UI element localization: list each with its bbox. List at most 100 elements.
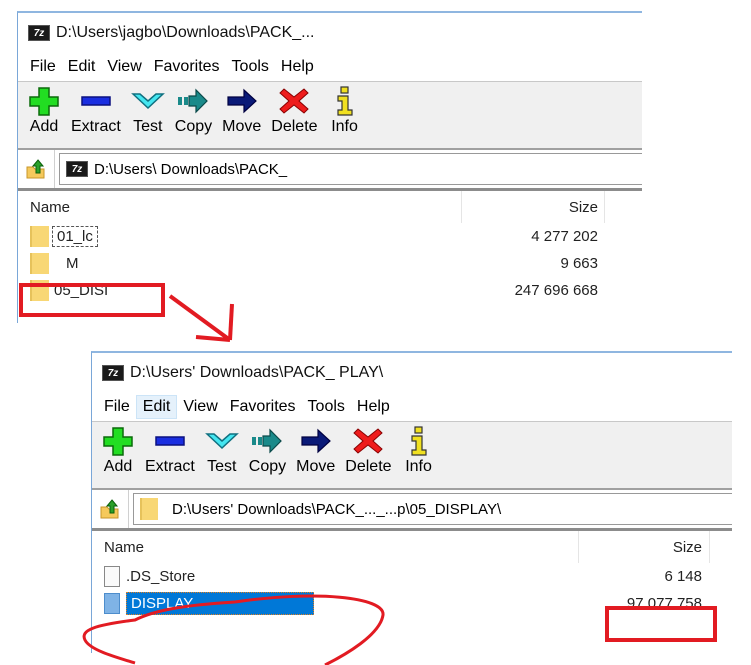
column-name-header[interactable]: Name: [92, 539, 144, 556]
list-item[interactable]: 01_lc 4 277 202: [18, 223, 642, 250]
delete-label: Delete: [345, 458, 392, 475]
item-size: 6 148: [664, 568, 702, 585]
highlight-box-05-display-folder: [19, 283, 165, 317]
copy-icon: [252, 428, 283, 454]
menu-favorites[interactable]: Favorites: [224, 396, 302, 418]
menu-favorites[interactable]: Favorites: [148, 56, 226, 78]
info-label: Info: [331, 118, 358, 135]
copy-label: Copy: [248, 458, 287, 475]
address-bar: 7z D:\Users\ Downloads\PACK_: [18, 150, 642, 191]
up-folder-button[interactable]: [92, 490, 129, 528]
test-label: Test: [207, 458, 237, 475]
info-icon: [336, 86, 353, 116]
extract-button[interactable]: Extract: [142, 422, 198, 476]
move-label: Move: [296, 458, 336, 475]
column-size-header[interactable]: Size: [673, 539, 702, 556]
7zip-app-icon: 7z: [28, 25, 50, 41]
item-size: 247 696 668: [514, 282, 598, 299]
column-separator[interactable]: [578, 531, 579, 563]
title-bar: 7z D:\Users' Downloads\PACK_ PLAY\: [92, 353, 732, 393]
menu-file[interactable]: File: [24, 56, 62, 78]
address-field[interactable]: D:\Users' Downloads\PACK_..._...p\05_DIS…: [133, 493, 732, 525]
window-title: D:\Users\jagbo\Downloads\PACK_...: [56, 24, 315, 41]
info-icon: [410, 426, 427, 456]
menu-tools[interactable]: Tools: [226, 56, 275, 78]
item-size: 9 663: [560, 255, 598, 272]
up-folder-icon: [100, 499, 119, 519]
extract-button[interactable]: Extract: [68, 82, 124, 136]
test-button[interactable]: Test: [202, 422, 242, 476]
address-path: D:\Users' Downloads\PACK_..._...p\05_DIS…: [172, 500, 502, 518]
move-icon: [301, 428, 331, 454]
file-icon: [104, 566, 120, 587]
menu-bar: File Edit View Favorites Tools Help: [92, 393, 732, 422]
menu-edit[interactable]: Edit: [135, 395, 178, 419]
folder-icon: [140, 498, 158, 520]
menu-view[interactable]: View: [101, 56, 147, 78]
extract-label: Extract: [145, 458, 195, 475]
test-icon: [130, 93, 165, 110]
column-separator[interactable]: [461, 191, 462, 223]
menu-help[interactable]: Help: [351, 396, 396, 418]
copy-button[interactable]: Copy: [246, 422, 289, 476]
info-button[interactable]: Info: [325, 82, 365, 136]
add-button[interactable]: Add: [98, 422, 138, 476]
toolbar: Add Extract Test Copy Move Delete Info: [92, 422, 732, 490]
arrow-to-second-window: [168, 294, 234, 342]
column-separator[interactable]: [709, 531, 710, 563]
info-button[interactable]: Info: [399, 422, 439, 476]
test-icon: [204, 433, 239, 450]
address-field[interactable]: 7z D:\Users\ Downloads\PACK_: [59, 153, 642, 185]
column-name-header[interactable]: Name: [18, 199, 70, 216]
archive-icon: 7z: [66, 161, 88, 177]
test-label: Test: [133, 118, 163, 135]
circle-display-file: [82, 594, 385, 665]
info-label: Info: [405, 458, 432, 475]
column-size-header[interactable]: Size: [569, 199, 598, 216]
menu-help[interactable]: Help: [275, 56, 320, 78]
extract-label: Extract: [71, 118, 121, 135]
menu-bar: File Edit View Favorites Tools Help: [18, 53, 642, 82]
highlight-box-size: [605, 606, 717, 642]
arrow-head-vertical: [228, 303, 234, 341]
address-bar: D:\Users' Downloads\PACK_..._...p\05_DIS…: [92, 490, 732, 531]
folder-icon: [30, 226, 49, 247]
add-icon: [29, 87, 59, 116]
delete-button[interactable]: Delete: [342, 422, 394, 476]
add-icon: [103, 427, 133, 456]
delete-icon: [353, 428, 384, 454]
add-label: Add: [103, 458, 133, 475]
test-button[interactable]: Test: [128, 82, 168, 136]
move-button[interactable]: Move: [219, 82, 264, 136]
address-path: D:\Users\ Downloads\PACK_: [94, 160, 288, 178]
toolbar: Add Extract Test Copy Move Delete Info: [18, 82, 642, 150]
folder-icon: [30, 253, 49, 274]
title-bar: 7z D:\Users\jagbo\Downloads\PACK_...: [18, 13, 642, 53]
copy-icon: [178, 88, 209, 114]
column-header: Name Size: [18, 191, 642, 223]
delete-icon: [279, 88, 310, 114]
menu-file[interactable]: File: [98, 396, 136, 418]
item-name: 01_lc: [52, 226, 98, 247]
menu-edit[interactable]: Edit: [62, 56, 102, 78]
extract-icon: [81, 96, 111, 106]
up-folder-icon: [26, 159, 45, 179]
move-button[interactable]: Move: [293, 422, 338, 476]
column-header: Name Size: [92, 531, 732, 563]
delete-label: Delete: [271, 118, 318, 135]
item-name: .DS_Store: [126, 568, 196, 585]
add-button[interactable]: Add: [24, 82, 64, 136]
column-separator[interactable]: [604, 191, 605, 223]
delete-button[interactable]: Delete: [268, 82, 320, 136]
item-name: M: [66, 255, 79, 272]
menu-tools[interactable]: Tools: [302, 396, 351, 418]
item-size: 4 277 202: [531, 228, 598, 245]
list-item[interactable]: M 9 663: [18, 250, 642, 277]
move-icon: [227, 88, 257, 114]
copy-label: Copy: [174, 118, 213, 135]
arrow-shaft: [168, 294, 232, 342]
copy-button[interactable]: Copy: [172, 82, 215, 136]
7zip-window-archive-root: 7z D:\Users\jagbo\Downloads\PACK_... Fil…: [17, 11, 642, 323]
up-folder-button[interactable]: [18, 150, 55, 188]
menu-view[interactable]: View: [177, 396, 223, 418]
